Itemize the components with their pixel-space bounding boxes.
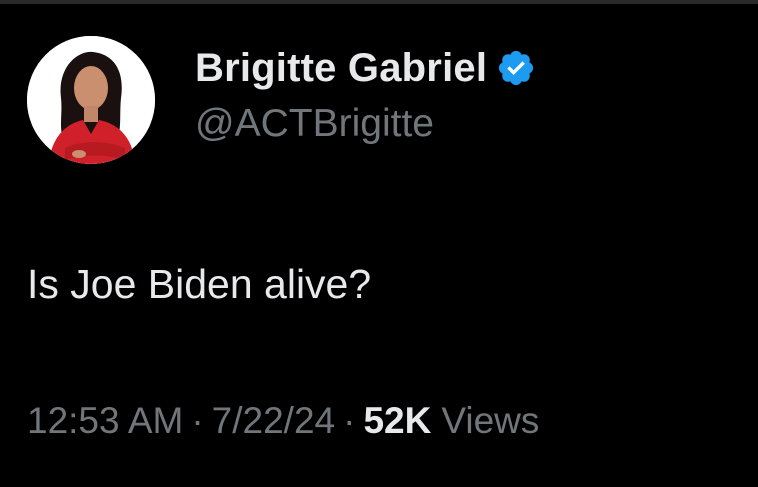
meta-separator: · [191,400,204,441]
profile-photo [27,36,155,164]
verified-badge-icon[interactable] [496,48,536,88]
display-name-row: Brigitte Gabriel [195,44,536,92]
meta-separator-views: · [343,400,356,441]
views-count[interactable]: 52K [363,400,431,441]
display-name[interactable]: Brigitte Gabriel [195,46,487,91]
tweet-date[interactable]: 7/22/24 [212,400,335,441]
window-top-edge [0,0,758,4]
tweet-time[interactable]: 12:53 AM [27,400,183,441]
tweet-meta: 12:53 AM · 7/22/24 · 52K Views [27,399,539,443]
tweet-header: Brigitte Gabriel @ACTBrigitte [27,36,536,164]
avatar[interactable] [27,36,155,164]
user-handle[interactable]: @ACTBrigitte [195,102,536,146]
author-names: Brigitte Gabriel @ACTBrigitte [195,44,536,146]
tweet-text: Is Joe Biden alive? [27,261,372,307]
views-label: Views [441,400,540,441]
